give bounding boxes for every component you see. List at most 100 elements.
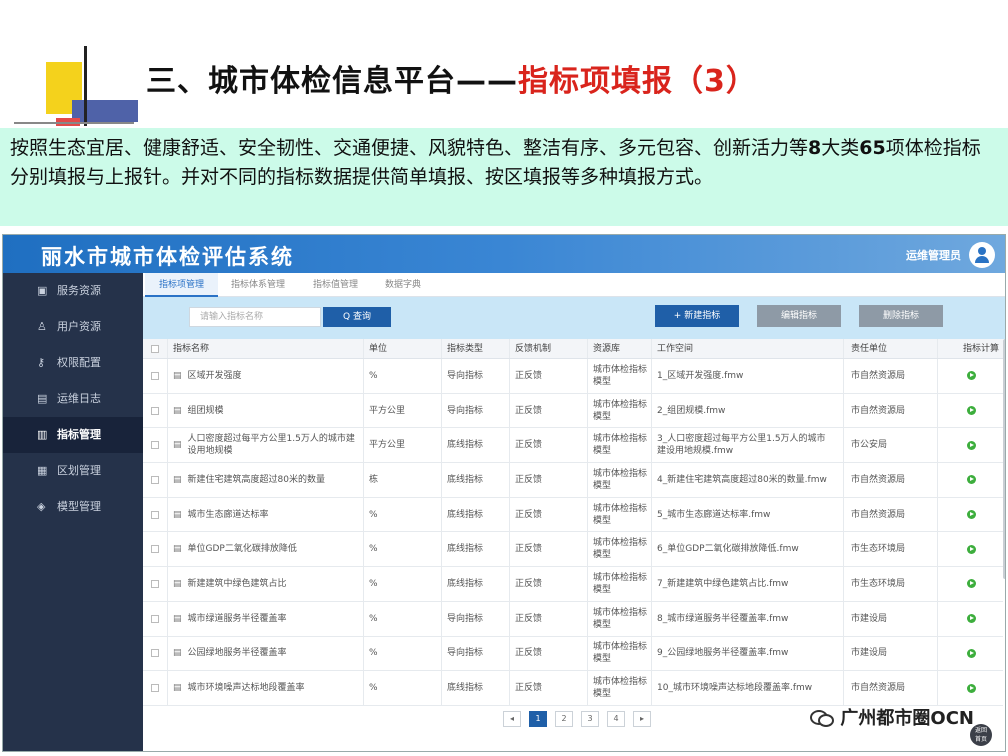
row-checkbox-cell[interactable] — [151, 671, 167, 705]
row-checkbox-cell[interactable] — [151, 463, 167, 497]
sidebar-item-6[interactable]: ◈ 模型管理 — [3, 489, 143, 525]
run-cell — [943, 532, 999, 566]
row-checkbox-cell[interactable] — [151, 567, 167, 601]
avatar-icon[interactable] — [969, 242, 995, 268]
run-calculation-icon[interactable] — [966, 440, 976, 450]
tab-indicator-items[interactable]: 指标项管理 — [145, 273, 219, 297]
search-input[interactable]: 请输入指标名称 — [189, 307, 321, 327]
column-divider — [509, 463, 510, 497]
table-row[interactable]: ▤ 人口密度超过每平方公里1.5万人的城市建设用地规模 平方公里 底线指标 正反馈 城市体… — [143, 428, 1003, 464]
page-button-1[interactable]: 1 — [529, 711, 547, 727]
run-calculation-icon[interactable] — [966, 648, 976, 658]
tab-indicator-values[interactable]: 指标值管理 — [299, 273, 372, 297]
cell-unit: % — [369, 683, 378, 694]
column-divider — [167, 636, 168, 671]
cell-workspace: 3_人口密度超过每平方公里1.5万人的城市建设用地规模.fmw — [657, 434, 826, 457]
column-divider — [587, 601, 588, 636]
cell-type: 导向指标 — [447, 405, 484, 416]
sidebar-item-2[interactable]: ⚷ 权限配置 — [3, 345, 143, 381]
row-checkbox[interactable] — [151, 406, 159, 415]
sidebar-item-label: 服务资源 — [57, 284, 101, 297]
column-header: 责任单位 — [851, 343, 888, 354]
edit-indicator-button[interactable]: 编辑指标 — [757, 305, 841, 327]
run-calculation-icon[interactable] — [966, 406, 976, 416]
cell-feedback: 正反馈 — [515, 544, 543, 555]
delete-indicator-button[interactable]: 删除指标 — [859, 305, 943, 327]
column-divider — [441, 601, 442, 636]
query-button[interactable]: Q 查询 — [323, 307, 391, 327]
select-all-checkbox-cell[interactable] — [151, 339, 167, 358]
pagination: ◂ 1 2 3 4 ▸ — [503, 711, 651, 727]
table-row[interactable]: ▤ 新建建筑中绿色建筑占比% 底线指标 正反馈 城市体检指标模型 7_新建建筑中绿色建筑占… — [143, 567, 1003, 602]
table-row[interactable]: ▤ 城市环境噪声达标地段覆盖率% 底线指标 正反馈 城市体检指标模型 10_城市环境噪声达… — [143, 671, 1003, 706]
table-row[interactable]: ▤ 区域开发强度% 导向指标 正反馈 城市体检指标模型 1_区域开发强度.fmw 市自然资源… — [143, 359, 1003, 394]
sidebar-item-3[interactable]: ▤ 运维日志 — [3, 381, 143, 417]
row-checkbox-cell[interactable] — [151, 602, 167, 636]
table-row[interactable]: ▤ 组团规模 平方公里 导向指标 正反馈 城市体检指标模型 2_组团规模.fmw 市自然资源局 — [143, 393, 1003, 429]
table-scrollbar[interactable] — [1003, 339, 1005, 579]
row-checkbox[interactable] — [151, 649, 159, 658]
sidebar-item-5[interactable]: ▦ 区划管理 — [3, 453, 143, 489]
row-checkbox[interactable] — [151, 579, 159, 588]
run-calculation-icon[interactable] — [966, 579, 976, 589]
sidebar-item-0[interactable]: ▣ 服务资源 — [3, 273, 143, 309]
column-divider — [587, 497, 588, 532]
next-page-button[interactable]: ▸ — [633, 711, 651, 727]
cell-feedback: 正反馈 — [515, 440, 543, 451]
column-divider — [843, 359, 844, 393]
column-divider — [843, 532, 844, 567]
prev-page-button[interactable]: ◂ — [503, 711, 521, 727]
sidebar-item-4[interactable]: ▥ 指标管理 — [3, 417, 143, 453]
cell-feedback: 正反馈 — [515, 648, 543, 659]
column-divider — [651, 339, 652, 358]
row-checkbox[interactable] — [151, 545, 159, 554]
user-name[interactable]: 运维管理员 — [906, 247, 961, 263]
run-calculation-icon[interactable] — [966, 683, 976, 693]
tab-bar: 指标项管理 指标体系管理 指标值管理 数据字典 — [143, 273, 1005, 297]
run-calculation-icon[interactable] — [966, 475, 976, 485]
cell-type: 底线指标 — [447, 509, 484, 520]
new-indicator-button[interactable]: + 新建指标 — [655, 305, 739, 327]
row-checkbox-cell[interactable] — [151, 637, 167, 671]
cell-repo: 城市体检指标模型 — [593, 503, 648, 526]
row-checkbox[interactable] — [151, 475, 159, 484]
indicator-name: 组团规模 — [187, 405, 224, 416]
row-checkbox[interactable] — [151, 510, 159, 519]
tab-indicator-system[interactable]: 指标体系管理 — [217, 273, 299, 297]
run-cell — [943, 463, 999, 497]
page-button-4[interactable]: 4 — [607, 711, 625, 727]
row-checkbox-cell[interactable] — [151, 428, 167, 462]
table-row[interactable]: ▤ 城市生态廊道达标率% 底线指标 正反馈 城市体检指标模型 5_城市生态廊道达标率.fm… — [143, 497, 1003, 533]
run-calculation-icon[interactable] — [966, 371, 976, 381]
row-checkbox-cell[interactable] — [151, 498, 167, 532]
row-checkbox-cell[interactable] — [151, 359, 167, 393]
table-row[interactable]: ▤ 新建住宅建筑高度超过80米的数量 栋 底线指标 正反馈 城市体检指标模型 4_新建住宅建… — [143, 463, 1003, 498]
column-divider — [843, 428, 844, 463]
row-checkbox[interactable] — [151, 371, 159, 380]
row-checkbox[interactable] — [151, 441, 159, 450]
row-checkbox[interactable] — [151, 684, 159, 693]
cell-type: 底线指标 — [447, 440, 484, 451]
cell-workspace: 10_城市环境噪声达标地段覆盖率.fmw — [657, 683, 813, 694]
row-checkbox-cell[interactable] — [151, 532, 167, 566]
column-divider — [509, 671, 510, 705]
run-cell — [943, 394, 999, 428]
run-calculation-icon[interactable] — [966, 614, 976, 624]
select-all-checkbox[interactable] — [151, 344, 159, 353]
column-divider — [587, 671, 588, 705]
page-button-2[interactable]: 2 — [555, 711, 573, 727]
indicator-name: 单位GDP二氧化碳排放降低 — [187, 544, 297, 555]
row-checkbox-cell[interactable] — [151, 394, 167, 428]
sidebar-item-1[interactable]: ♙ 用户资源 — [3, 309, 143, 345]
run-calculation-icon[interactable] — [966, 510, 976, 520]
run-calculation-icon[interactable] — [966, 544, 976, 554]
table-row[interactable]: ▤ 城市绿道服务半径覆盖率% 导向指标 正反馈 城市体检指标模型 8_城市绿道服务半径覆盖… — [143, 601, 1003, 637]
page-button-3[interactable]: 3 — [581, 711, 599, 727]
column-header: 反馈机制 — [515, 343, 552, 354]
column-divider — [651, 463, 652, 497]
table-row[interactable]: ▤ 公园绿地服务半径覆盖率% 导向指标 正反馈 城市体检指标模型 9_公园绿地服务半径覆盖… — [143, 636, 1003, 672]
table-row[interactable]: ▤ 单位GDP二氧化碳排放降低% 底线指标 正反馈 城市体检指标模型 6_单位GDP二氧化… — [143, 532, 1003, 568]
column-divider — [441, 463, 442, 497]
row-checkbox[interactable] — [151, 614, 159, 623]
tab-data-dictionary[interactable]: 数据字典 — [371, 273, 435, 297]
